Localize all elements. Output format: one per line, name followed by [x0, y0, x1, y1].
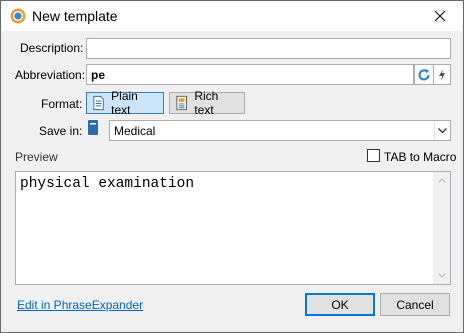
dropdown-arrow[interactable]: [434, 121, 450, 140]
description-label: Description:: [20, 41, 84, 55]
chevron-down-icon: [437, 273, 446, 278]
tab-to-macro-checkbox[interactable]: [367, 149, 380, 162]
title-bar: New template: [1, 1, 463, 31]
description-field[interactable]: [86, 38, 451, 59]
rich-text-label: Rich text: [194, 89, 219, 117]
window-title: New template: [32, 8, 118, 24]
description-input[interactable]: [87, 39, 450, 58]
plain-text-icon: [93, 95, 104, 111]
preview-text: physical examination: [20, 176, 195, 192]
abbreviation-label: Abbreviation:: [15, 68, 86, 82]
refresh-icon: [418, 68, 430, 80]
tab-to-macro-label[interactable]: TAB to Macro: [384, 150, 456, 164]
abbreviation-field[interactable]: [86, 64, 414, 85]
phraseexpander-app-icon: [10, 8, 26, 24]
refresh-button[interactable]: [414, 64, 434, 85]
lightning-icon: [439, 68, 445, 81]
close-icon: [435, 11, 445, 21]
cancel-button[interactable]: Cancel: [380, 293, 450, 316]
plain-text-button[interactable]: Plain text: [86, 89, 164, 117]
save-in-label: Save in:: [39, 124, 83, 138]
book-icon: [88, 120, 98, 135]
abbreviation-input[interactable]: [87, 65, 413, 84]
new-template-dialog: New template Description: Abbreviation: …: [0, 0, 464, 333]
ok-button[interactable]: OK: [305, 293, 375, 316]
ok-label: OK: [331, 297, 349, 312]
format-label: Format:: [41, 97, 83, 111]
scroll-up-button[interactable]: [433, 172, 450, 189]
close-button[interactable]: [417, 1, 463, 31]
scroll-down-button[interactable]: [433, 267, 450, 284]
cancel-label: Cancel: [396, 297, 434, 312]
preview-area[interactable]: physical examination: [15, 171, 451, 285]
edit-in-phraseexpander-link[interactable]: Edit in PhraseExpander: [17, 298, 143, 312]
rich-text-icon: [176, 95, 187, 111]
chevron-down-icon: [438, 127, 447, 133]
preview-label: Preview: [15, 150, 58, 164]
lightning-button[interactable]: [433, 64, 451, 85]
rich-text-button[interactable]: Rich text: [169, 89, 245, 117]
preview-scrollbar[interactable]: [433, 172, 450, 284]
save-in-dropdown[interactable]: Medical: [109, 120, 451, 141]
plain-text-label: Plain text: [111, 89, 138, 117]
save-in-value: Medical: [114, 123, 156, 138]
chevron-up-icon: [437, 178, 446, 183]
